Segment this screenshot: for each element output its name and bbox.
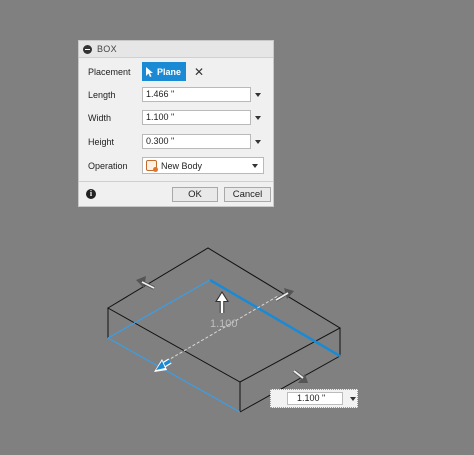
chevron-down-icon[interactable] [255, 139, 261, 144]
arrow-side-manipulator[interactable] [292, 369, 308, 383]
dialog-title: BOX [97, 44, 117, 54]
height-row: Height 0.300 " [88, 134, 261, 149]
length-row: Length 1.466 " [88, 87, 261, 102]
chevron-down-icon[interactable] [255, 92, 261, 97]
plane-button-label: Plane [157, 66, 182, 77]
operation-select[interactable]: New Body [142, 157, 264, 174]
plane-selection-button[interactable]: Plane [142, 62, 186, 81]
dimension-input-box[interactable]: 1.100 " [270, 389, 358, 408]
operation-value: New Body [161, 160, 203, 171]
dialog-title-bar[interactable]: BOX [79, 41, 273, 58]
info-icon[interactable]: i [86, 189, 96, 199]
dimension-input-field[interactable]: 1.100 " [287, 392, 343, 405]
placement-label: Placement [88, 66, 131, 77]
chevron-down-icon [252, 164, 258, 168]
width-input[interactable]: 1.100 " [142, 110, 251, 125]
height-input[interactable]: 0.300 " [142, 134, 251, 149]
length-label: Length [88, 89, 116, 100]
close-icon[interactable]: ✕ [194, 66, 204, 78]
width-row: Width 1.100 " [88, 110, 261, 125]
dialog-footer: i OK Cancel [79, 181, 273, 207]
width-label: Width [88, 112, 112, 123]
chevron-down-icon[interactable] [350, 396, 356, 401]
chevron-down-icon[interactable] [255, 115, 261, 120]
cancel-button[interactable]: Cancel [224, 187, 271, 202]
length-input[interactable]: 1.466 " [142, 87, 251, 102]
collapse-icon[interactable] [83, 44, 92, 54]
box-top-face [107, 247, 342, 383]
box-body [107, 247, 342, 413]
new-body-icon [146, 160, 158, 172]
operation-row: Operation New Body [88, 157, 264, 174]
cursor-arrow-icon [146, 66, 153, 77]
height-label: Height [88, 136, 115, 147]
dimension-label: 1.100 [210, 318, 238, 330]
operation-label: Operation [88, 160, 128, 171]
ok-button[interactable]: OK [172, 187, 218, 202]
placement-row: Placement Plane ✕ [88, 62, 204, 81]
box-dialog: BOX Placement Plane ✕ Length 1.466 " Wid… [78, 40, 274, 207]
